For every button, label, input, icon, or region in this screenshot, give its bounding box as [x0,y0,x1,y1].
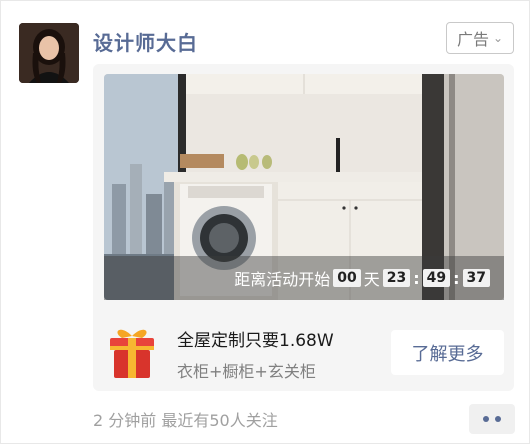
post-meta: 2 分钟前 最近有50人关注 [93,411,278,430]
ad-label: 广告 [456,30,489,49]
countdown-day-unit: 天 [363,270,380,289]
countdown-days: 00 [333,269,361,287]
author-avatar[interactable] [19,23,79,83]
countdown-minutes: 49 [422,269,451,287]
offer-title: 全屋定制只要1.68W [177,331,334,351]
gift-box-icon [106,322,158,380]
countdown-bar: 距离活动开始 00 天 23 : 49 : 37 [104,256,504,300]
dot [483,416,489,422]
countdown-seconds: 37 [462,269,490,287]
author-name[interactable]: 设计师大白 [93,27,198,56]
chevron-down-icon: ⌄ [492,31,504,45]
dot [495,416,501,422]
offer-subtitle: 衣柜+橱柜+玄关柜 [177,362,316,381]
countdown-hours: 23 [382,269,411,287]
learn-more-button[interactable]: 了解更多 [391,330,504,375]
countdown-separator: : [413,268,420,288]
countdown-separator: : [453,268,460,288]
countdown-label: 距离活动开始 [234,270,331,289]
ad-label-button[interactable]: 广告 ⌄ [446,22,514,54]
more-dots-icon[interactable] [469,404,515,434]
